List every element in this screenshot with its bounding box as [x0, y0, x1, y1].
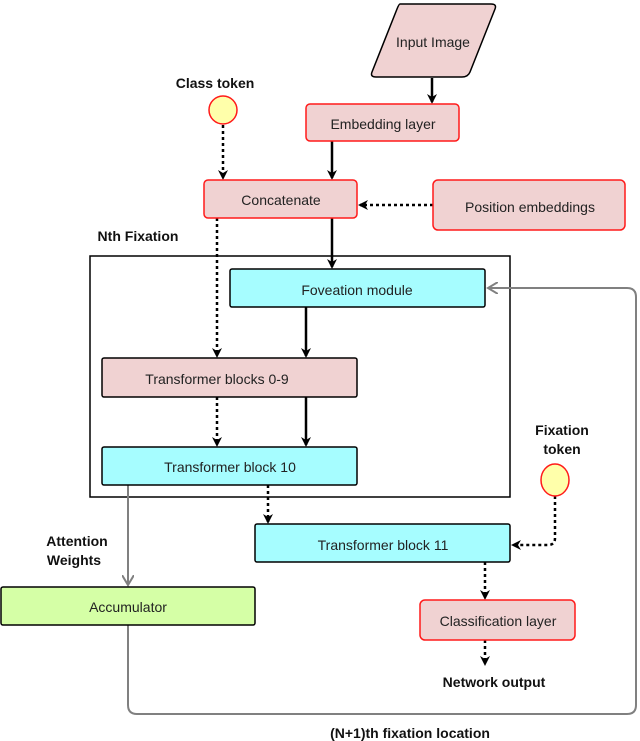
node-embedding-layer: Embedding layer [305, 103, 460, 142]
svg-text:Class token: Class token [176, 75, 255, 91]
svg-text:Foveation module: Foveation module [301, 282, 413, 298]
next-fixation-location-label: (N+1)th fixation location [330, 725, 490, 741]
arrow-fixtoken-tb11 [511, 496, 557, 550]
node-position-embeddings: Position embeddings [432, 179, 626, 231]
svg-text:Classification layer: Classification layer [440, 613, 557, 629]
node-accumulator: Accumulator [0, 586, 256, 626]
network-output-label: Network output [443, 674, 546, 690]
node-classification-layer: Classification layer [419, 599, 576, 641]
svg-text:Concatenate: Concatenate [241, 192, 321, 208]
diagram: Nth Fixation Input Image Embedding layer… [0, 3, 637, 741]
svg-text:Fixation: Fixation [535, 422, 589, 438]
node-concatenate: Concatenate [203, 179, 358, 219]
svg-text:Transformer block 11: Transformer block 11 [318, 537, 449, 553]
arrow-feedback-loop [127, 288, 637, 715]
fixation-token: Fixation token [535, 422, 589, 497]
node-transformer-blocks-0-9: Transformer blocks 0-9 [101, 357, 358, 398]
svg-text:Position embeddings: Position embeddings [465, 199, 595, 215]
nth-fixation-label: Nth Fixation [98, 228, 179, 244]
svg-text:Transformer blocks 0-9: Transformer blocks 0-9 [145, 371, 289, 387]
node-transformer-block-11: Transformer block 11 [254, 523, 511, 563]
svg-text:Accumulator: Accumulator [89, 599, 167, 615]
svg-text:Input Image: Input Image [396, 34, 470, 50]
attention-weights-label: Attention Weights [46, 533, 107, 568]
svg-text:Embedding layer: Embedding layer [330, 116, 435, 132]
svg-text:Weights: Weights [47, 552, 101, 568]
gray-connectors [127, 288, 637, 715]
class-token: Class token [176, 75, 255, 125]
fixation-token-circle [540, 463, 570, 497]
node-input-image: Input Image [370, 3, 497, 78]
node-foveation-module: Foveation module [229, 268, 486, 308]
svg-text:token: token [543, 441, 580, 457]
svg-text:Transformer block 10: Transformer block 10 [164, 459, 296, 475]
svg-text:Attention: Attention [46, 533, 107, 549]
class-token-circle [208, 95, 238, 125]
node-transformer-block-10: Transformer block 10 [101, 446, 358, 486]
